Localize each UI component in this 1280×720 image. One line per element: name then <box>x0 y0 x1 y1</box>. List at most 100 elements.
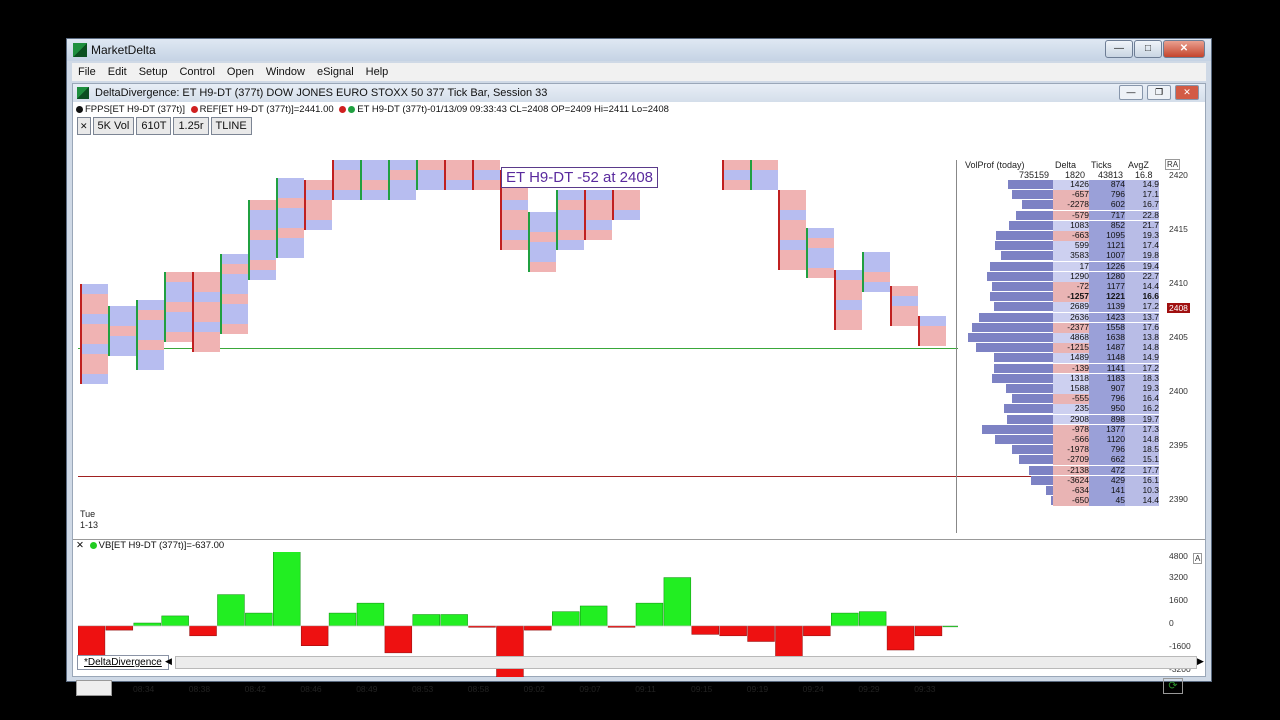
menu-window[interactable]: Window <box>260 66 311 78</box>
time-tick: 08:34 <box>133 684 155 694</box>
menu-control[interactable]: Control <box>173 66 220 78</box>
study-fpps[interactable]: FPPS[ET H9-DT (377t)] <box>85 104 185 115</box>
footprint-cell <box>808 228 834 238</box>
title-bar: MarketDelta — □ ✕ <box>67 39 1211 61</box>
footprint-cell <box>334 160 360 170</box>
vol-profile-bar <box>1029 465 1053 475</box>
vol-delta-cell: 2636 <box>1053 312 1089 323</box>
footprint-bar <box>444 160 474 190</box>
menu-edit[interactable]: Edit <box>102 66 133 78</box>
footprint-cell <box>194 312 220 322</box>
vol-delta-cell: -579 <box>1053 210 1089 221</box>
price-tick: 2420 <box>1169 170 1188 180</box>
menu-help[interactable]: Help <box>360 66 395 78</box>
lower-pane-title[interactable]: VB[ET H9-DT (377t)]=-637.00 <box>99 540 225 551</box>
vol-ticks-cell: 1139 <box>1089 302 1125 313</box>
footprint-cell <box>222 284 248 294</box>
scroll-left-icon[interactable]: ◀ <box>165 656 172 667</box>
footprint-cell <box>780 210 806 220</box>
toolbar-5k-vol[interactable]: 5K Vol <box>92 117 135 135</box>
footprint-cell <box>780 230 806 240</box>
footprint-cell <box>892 296 918 306</box>
price-dot-icon-2 <box>348 106 356 113</box>
footprint-cell <box>892 316 918 326</box>
vol-profile-bar <box>1031 475 1053 485</box>
menu-open[interactable]: Open <box>221 66 260 78</box>
tab-deltadivergence[interactable]: *DeltaDivergence <box>77 655 169 670</box>
footprint-bar <box>722 160 752 190</box>
vol-header-ticks: Ticks <box>1091 160 1112 170</box>
delta-bar <box>356 602 385 627</box>
chart-restore-button[interactable]: ❐ <box>1147 85 1171 100</box>
footprint-cell <box>920 316 946 326</box>
lower-tick: 1600 <box>1169 595 1188 605</box>
time-axis-box <box>76 680 112 696</box>
vol-delta-cell: -2709 <box>1053 455 1089 466</box>
vol-profile-bar <box>1008 180 1053 189</box>
footprint-cell <box>166 312 192 322</box>
study-ohlc[interactable]: ET H9-DT (377t)-01/13/09 09:33:43 CL=240… <box>357 104 669 115</box>
vol-profile-bar <box>1004 404 1053 414</box>
scroll-right-icon[interactable]: ▶ <box>1197 656 1204 667</box>
footprint-cell <box>808 248 834 258</box>
toolbar-tline[interactable]: TLINE <box>210 117 252 135</box>
marketdelta-logo-icon <box>73 43 87 57</box>
vol-avgz-cell: 14.9 <box>1125 353 1159 364</box>
a-label: A <box>1193 553 1203 564</box>
vol-profile-bar <box>992 282 1053 291</box>
time-tick: 09:15 <box>691 684 713 694</box>
footprint-bar <box>276 178 306 258</box>
vol-profile-bar <box>1022 200 1053 210</box>
delta-bar <box>719 625 747 637</box>
vol-avgz-cell: 19.7 <box>1125 414 1159 425</box>
delta-bar <box>858 611 887 627</box>
close-panel-icon[interactable]: ✕ <box>77 117 91 135</box>
footprint-cell <box>110 346 136 356</box>
horizontal-scrollbar[interactable] <box>175 656 1197 669</box>
footprint-cell <box>418 170 444 180</box>
delta-bar <box>133 622 161 627</box>
menu-bar: File Edit Setup Control Open Window eSig… <box>72 63 1206 81</box>
vol-profile-bar <box>1019 455 1053 465</box>
fpps-dot-icon <box>76 106 83 113</box>
vol-ticks-cell: 717 <box>1089 210 1125 221</box>
chart-close-button[interactable]: ✕ <box>1175 85 1199 100</box>
menu-setup[interactable]: Setup <box>133 66 174 78</box>
footprint-cell <box>724 180 750 190</box>
footprint-cell <box>808 238 834 248</box>
time-tick: 08:46 <box>300 684 322 694</box>
menu-file[interactable]: File <box>72 66 102 78</box>
maximize-button[interactable]: □ <box>1134 40 1162 58</box>
time-axis[interactable]: 08:34 08:38 08:42 08:46 08:49 08:53 08:58 09:02… <box>73 680 1183 696</box>
footprint-cell <box>502 230 528 240</box>
footprint-cell <box>278 218 304 228</box>
footprint-cell <box>250 240 276 250</box>
delta-bar <box>635 602 664 627</box>
footprint-bar <box>890 286 920 326</box>
close-pane-icon[interactable]: ✕ <box>76 540 84 551</box>
chart-minimize-button[interactable]: — <box>1119 85 1143 100</box>
menu-esignal[interactable]: eSignal <box>311 66 360 78</box>
price-tick: 2415 <box>1169 224 1188 234</box>
toolbar-125r[interactable]: 1.25r <box>173 117 209 135</box>
study-ref[interactable]: REF[ET H9-DT (377t)]=2441.00 <box>200 104 334 115</box>
toolbar-610t[interactable]: 610T <box>136 117 172 135</box>
vol-avgz-cell: 17.2 <box>1125 363 1159 374</box>
footprint-chart[interactable]: Tue 1-13 <box>78 160 1123 533</box>
footprint-cell <box>836 310 862 320</box>
footprint-cell <box>82 304 108 314</box>
footprint-cell <box>780 200 806 210</box>
delta-bar <box>412 614 440 627</box>
price-axis[interactable]: RA 2420 2415 2410 2405 2400 2395 2390 24… <box>1163 159 1203 533</box>
add-pane-button[interactable]: + <box>1185 678 1199 692</box>
chart-window-icon <box>77 87 89 99</box>
footprint-cell <box>752 170 778 180</box>
vol-profile-bar <box>995 435 1053 444</box>
close-button[interactable]: ✕ <box>1163 40 1205 58</box>
footprint-cell <box>558 240 584 250</box>
delta-bar <box>552 611 580 627</box>
footprint-bar <box>528 212 558 272</box>
minimize-button[interactable]: — <box>1105 40 1133 58</box>
footprint-bar <box>388 160 418 200</box>
footprint-cell <box>278 248 304 258</box>
